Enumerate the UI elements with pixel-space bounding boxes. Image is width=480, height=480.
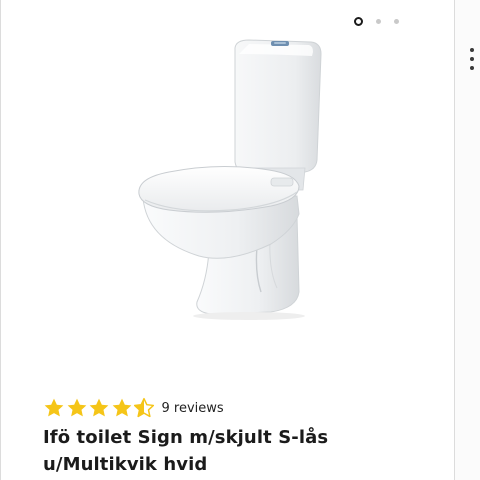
image-gallery[interactable] xyxy=(1,0,454,385)
gallery-dot-1[interactable] xyxy=(354,16,363,26)
side-gutter xyxy=(455,0,480,480)
product-title: Ifö toilet Sign m/skjult S-lås u/Multikv… xyxy=(43,427,329,475)
star-full-icon xyxy=(67,398,86,417)
star-half-icon xyxy=(133,397,155,418)
gallery-dot-3[interactable] xyxy=(394,18,399,24)
star-full-icon xyxy=(44,398,64,417)
toilet-product-image[interactable] xyxy=(121,30,341,330)
more-options-icon[interactable] xyxy=(470,48,474,76)
rating-row[interactable]: 9 reviews xyxy=(43,394,224,422)
star-rating xyxy=(43,397,156,419)
gallery-pagination xyxy=(354,15,399,27)
star-full-icon xyxy=(89,398,109,417)
review-count[interactable]: 9 reviews xyxy=(162,401,224,416)
product-page: 9 reviews Ifö toilet Sign m/skjult S-lås… xyxy=(0,0,480,480)
gallery-dot-2[interactable] xyxy=(376,18,381,24)
star-full-icon xyxy=(112,398,131,417)
